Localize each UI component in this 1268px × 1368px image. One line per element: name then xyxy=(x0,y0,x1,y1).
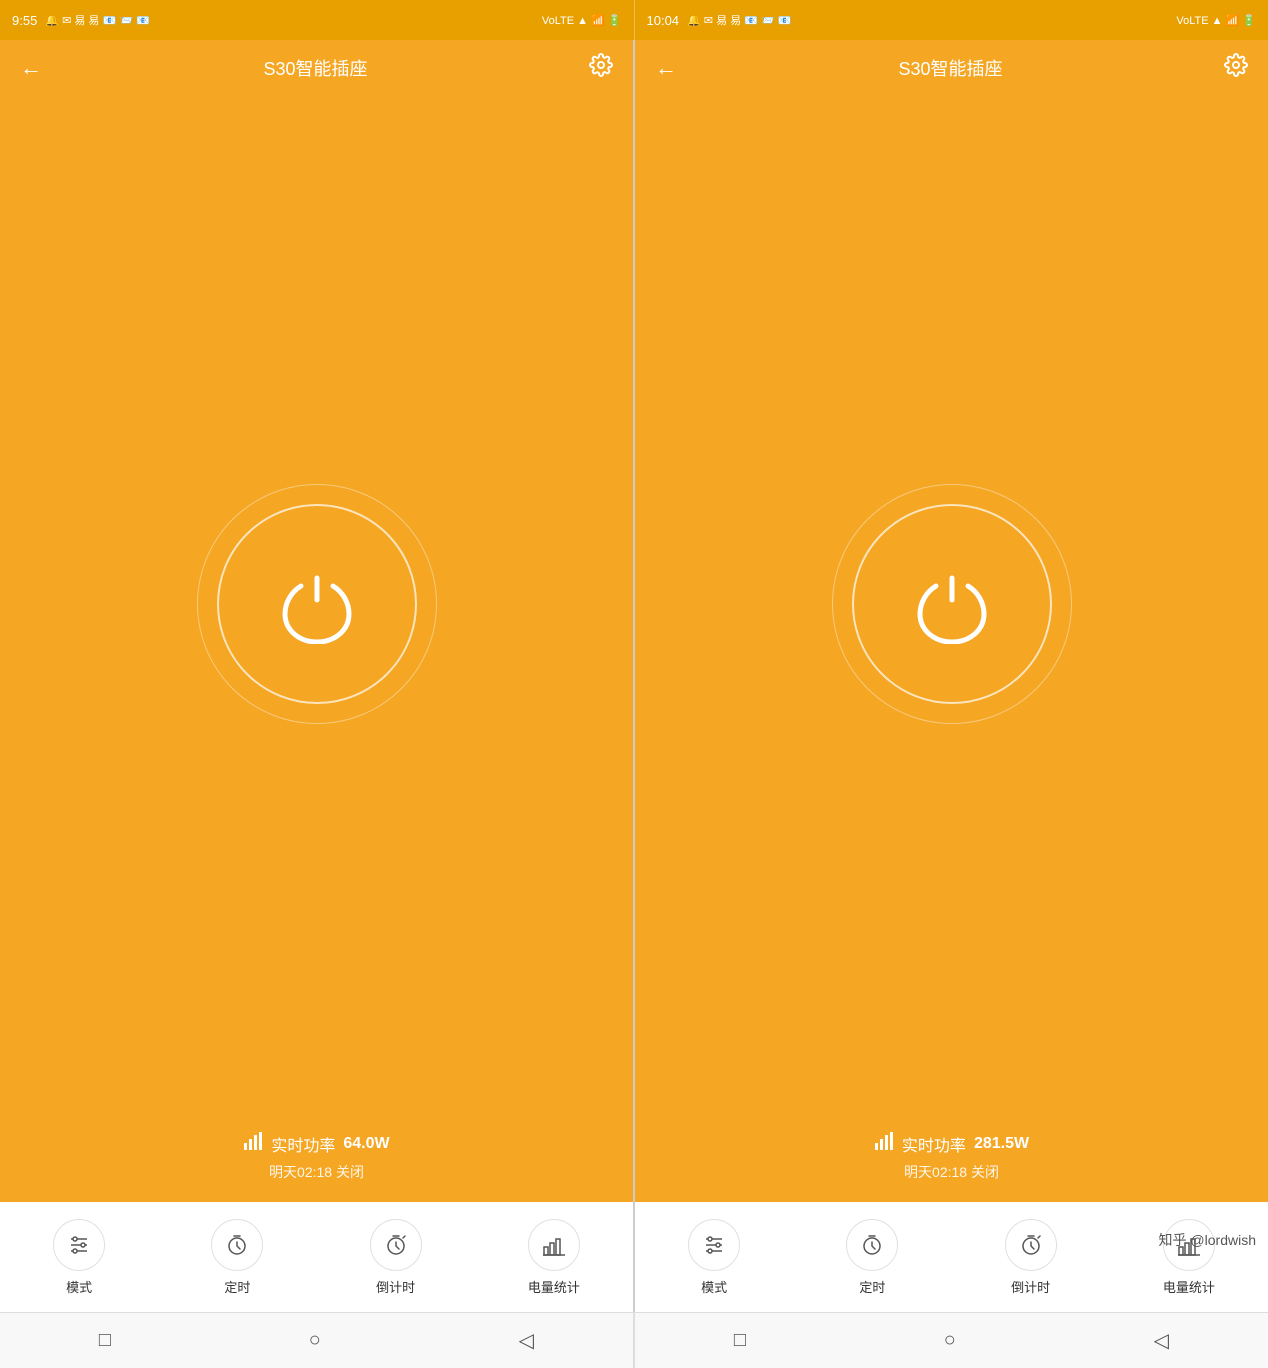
left-status-bar: 9:55 🔔 ✉ 易 易 📧 📨 📧 VoLTE ▲ 📶 🔋 xyxy=(0,0,634,40)
right-power-value: 281.5W xyxy=(974,1135,1029,1153)
right-timer-label: 定时 xyxy=(859,1277,885,1296)
right-icons: 🔔 ✉ 易 易 📧 📨 📧 xyxy=(687,12,791,28)
left-chart-icon xyxy=(243,1131,263,1156)
right-stats-label: 电量统计 xyxy=(1163,1277,1215,1296)
right-nav: □ ○ ◁ xyxy=(635,1313,1268,1368)
right-power-button[interactable] xyxy=(852,504,1052,704)
right-signal: VoLTE ▲ 📶 🔋 xyxy=(1176,14,1256,27)
nav-bar: □ ○ ◁ □ ○ ◁ xyxy=(0,1312,1268,1368)
left-settings-button[interactable] xyxy=(589,53,613,83)
right-power-label: 实时功率 xyxy=(902,1132,966,1156)
left-schedule-text: 明天02:18 关闭 xyxy=(269,1162,364,1182)
right-time: 10:04 xyxy=(647,13,680,28)
left-signal: VoLTE ▲ 📶 🔋 xyxy=(542,14,622,27)
right-back-button[interactable]: ← xyxy=(655,55,677,81)
right-title: S30智能插座 xyxy=(898,55,1002,81)
left-back-button[interactable]: ← xyxy=(20,55,42,81)
right-toolbar-mode[interactable]: 模式 xyxy=(688,1219,740,1296)
left-power-outer-ring xyxy=(197,484,437,724)
left-icons: 🔔 ✉ 易 易 📧 📨 📧 xyxy=(45,12,149,28)
left-toolbar-timer[interactable]: 定时 xyxy=(211,1219,263,1296)
right-stats-area: 实时功率 281.5W 明天02:18 关闭 xyxy=(635,1131,1268,1202)
right-nav-circle[interactable]: ○ xyxy=(924,1321,976,1360)
right-phone-panel: ← S30智能插座 xyxy=(635,40,1268,1312)
right-toolbar-timer[interactable]: 定时 xyxy=(846,1219,898,1296)
right-schedule-text: 明天02:18 关闭 xyxy=(904,1162,999,1182)
left-nav-square[interactable]: □ xyxy=(79,1321,131,1360)
left-nav-circle[interactable]: ○ xyxy=(289,1321,341,1360)
left-toolbar-stats[interactable]: 电量统计 xyxy=(528,1219,580,1296)
left-stats-label: 电量统计 xyxy=(528,1277,580,1296)
right-status-bar: 10:04 🔔 ✉ 易 易 📧 📨 📧 VoLTE ▲ 📶 🔋 xyxy=(635,0,1268,40)
left-timer-label: 定时 xyxy=(224,1277,250,1296)
right-nav-square[interactable]: □ xyxy=(714,1321,766,1360)
right-header: ← S30智能插座 xyxy=(635,40,1268,96)
right-countdown-label: 倒计时 xyxy=(1011,1277,1050,1296)
right-power-area xyxy=(635,96,1268,1131)
left-header: ← S30智能插座 xyxy=(0,40,633,96)
left-toolbar-countdown[interactable]: 倒计时 xyxy=(370,1219,422,1296)
left-power-value: 64.0W xyxy=(343,1135,389,1153)
right-toolbar-countdown[interactable]: 倒计时 xyxy=(1005,1219,1057,1296)
left-time: 9:55 xyxy=(12,13,37,28)
left-countdown-label: 倒计时 xyxy=(376,1277,415,1296)
right-nav-triangle[interactable]: ◁ xyxy=(1134,1320,1189,1361)
right-mode-label: 模式 xyxy=(701,1277,727,1296)
right-chart-icon xyxy=(874,1131,894,1156)
right-power-outer-ring xyxy=(832,484,1072,724)
left-power-label: 实时功率 xyxy=(271,1132,335,1156)
left-toolbar-mode[interactable]: 模式 xyxy=(53,1219,105,1296)
left-power-button[interactable] xyxy=(217,504,417,704)
left-nav-triangle[interactable]: ◁ xyxy=(499,1320,554,1361)
right-settings-button[interactable] xyxy=(1224,53,1248,83)
left-title: S30智能插座 xyxy=(263,55,367,81)
right-bottom-toolbar: 模式 定时 xyxy=(635,1202,1268,1312)
left-stats-area: 实时功率 64.0W 明天02:18 关闭 xyxy=(0,1131,633,1202)
left-power-area xyxy=(0,96,633,1131)
left-nav: □ ○ ◁ xyxy=(0,1313,633,1368)
left-mode-label: 模式 xyxy=(66,1277,92,1296)
left-bottom-toolbar: 模式 定时 xyxy=(0,1202,633,1312)
watermark: 知乎 @lordwish xyxy=(1159,1230,1256,1250)
left-phone-panel: ← S30智能插座 xyxy=(0,40,633,1312)
